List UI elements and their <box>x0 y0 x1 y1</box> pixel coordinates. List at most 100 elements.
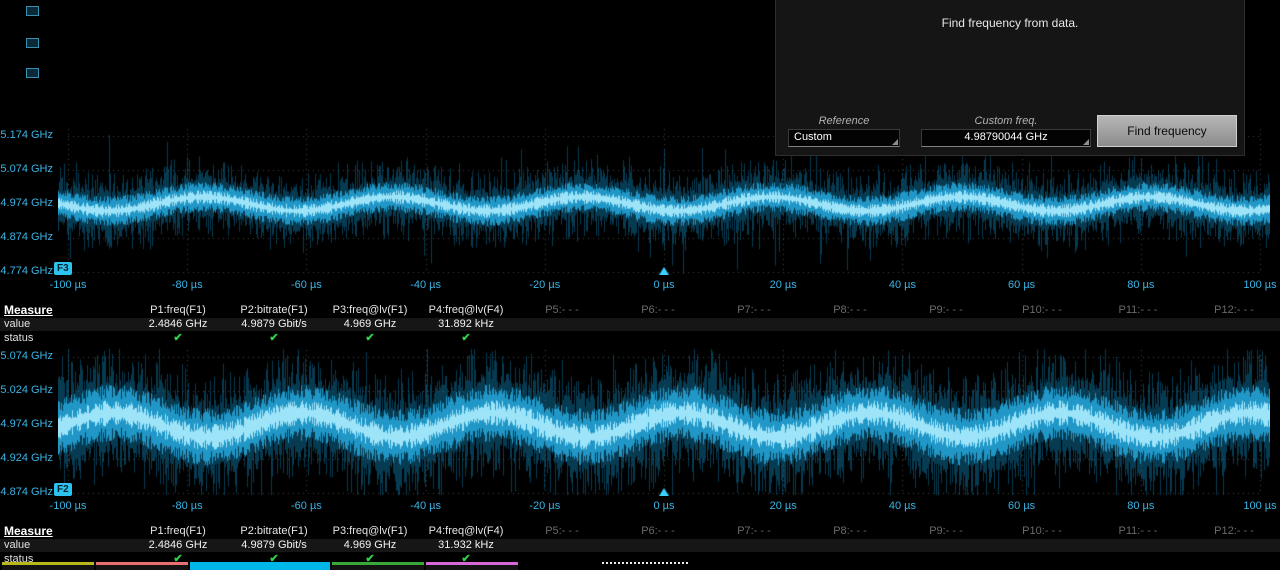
trace-badge-f2[interactable]: F2 <box>54 483 72 496</box>
custom-freq-value: 4.98790044 GHz <box>964 131 1048 143</box>
measure-param-value: 4.9879 Gbit/s <box>241 539 307 551</box>
measure-param-header[interactable]: P11:- - - <box>1090 304 1186 316</box>
measure-param-header[interactable]: P4:freq@lv(F4) <box>418 304 514 316</box>
status-ok-check-icon: ✔ <box>365 553 375 565</box>
measure-param-header[interactable]: P7:- - - <box>706 525 802 537</box>
measure-param-value: 31.892 kHz <box>438 318 494 330</box>
measure-param-header[interactable]: P5:- - - <box>514 525 610 537</box>
x-axis-tick-label: -20 µs <box>529 500 561 512</box>
y-axis-tick-label: 4.774 GHz <box>0 265 53 277</box>
measure-param-header[interactable]: P10:- - - <box>994 304 1090 316</box>
custom-freq-label: Custom freq. <box>974 115 1038 127</box>
x-axis-tick-label: -60 µs <box>290 500 322 512</box>
reference-label: Reference <box>818 115 870 127</box>
y-axis-tick-label: 4.974 GHz <box>0 197 53 209</box>
measure-param-header[interactable]: P12:- - - <box>1186 304 1280 316</box>
measure-param-value: 4.9879 Gbit/s <box>241 318 307 330</box>
x-axis-tick-label: 80 µs <box>1127 279 1155 291</box>
y-axis-tick-label: 5.174 GHz <box>0 129 53 141</box>
measure-param-header[interactable]: P11:- - - <box>1090 525 1186 537</box>
dropdown-arrow-icon <box>892 139 898 145</box>
x-axis-tick-label: 0 µs <box>653 500 675 512</box>
measure-param-header[interactable]: P9:- - - <box>898 525 994 537</box>
x-axis-tick-label: 60 µs <box>1008 500 1036 512</box>
y-axis-f2: 5.074 GHz 5.024 GHz 4.974 GHz 4.924 GHz 4.87… <box>0 346 56 506</box>
status-ok-check-icon: ✔ <box>269 553 279 565</box>
measure-param-header[interactable]: P2:bitrate(F1) <box>226 304 322 316</box>
x-axis-tick-label: 40 µs <box>888 500 916 512</box>
x-axis-f2: -100 µs -80 µs -60 µs -40 µs -20 µs 0 µs 20 µs… <box>0 500 1280 515</box>
measure-title: Measure <box>4 524 53 538</box>
measure-param-header[interactable]: P8:- - - <box>802 304 898 316</box>
measure-table-2: Measure value status P1:freq(F1) 2.4846 G… <box>0 524 1280 568</box>
measure-param-header[interactable]: P2:bitrate(F1) <box>226 525 322 537</box>
measure-param-value: 2.4846 GHz <box>148 539 208 551</box>
dialog-title: Find frequency from data. <box>941 16 1079 30</box>
measure-param-header[interactable]: P9:- - - <box>898 304 994 316</box>
y-axis-tick-label: 4.974 GHz <box>0 418 53 430</box>
measure-param-header[interactable]: P6:- - - <box>610 304 706 316</box>
y-axis-tick-label: 4.874 GHz <box>0 231 53 243</box>
find-frequency-dialog: Find frequency from data. Reference Cust… <box>775 0 1245 156</box>
measure-title: Measure <box>4 303 53 317</box>
trace-badge-f3[interactable]: F3 <box>54 262 72 275</box>
reference-select[interactable]: Custom <box>788 129 900 147</box>
trace-indicator-icon[interactable] <box>26 38 39 48</box>
y-axis-tick-label: 5.024 GHz <box>0 384 53 396</box>
x-axis-tick-label: 80 µs <box>1127 500 1155 512</box>
measure-param-header[interactable]: P6:- - - <box>610 525 706 537</box>
x-axis-f3: -100 µs -80 µs -60 µs -40 µs -20 µs 0 µs 20 µs… <box>0 279 1280 294</box>
x-axis-tick-label: -60 µs <box>290 279 322 291</box>
find-frequency-button[interactable]: Find frequency <box>1097 115 1237 147</box>
x-axis-tick-label: 60 µs <box>1008 279 1036 291</box>
x-axis-tick-label: -80 µs <box>171 279 203 291</box>
measure-param-header[interactable]: P7:- - - <box>706 304 802 316</box>
measure-param-header[interactable]: P1:freq(F1) <box>130 304 226 316</box>
y-axis-tick-label: 4.874 GHz <box>0 486 53 498</box>
y-axis-tick-label: 5.074 GHz <box>0 163 53 175</box>
custom-freq-select[interactable]: 4.98790044 GHz <box>921 129 1091 147</box>
measure-param-header[interactable]: P10:- - - <box>994 525 1090 537</box>
y-axis-tick-label: 5.074 GHz <box>0 350 53 362</box>
measure-param-header[interactable]: P3:freq@lv(F1) <box>322 304 418 316</box>
status-ok-check-icon: ✔ <box>173 553 183 565</box>
x-axis-tick-label: -100 µs <box>49 500 87 512</box>
x-axis-tick-label: 100 µs <box>1243 279 1277 291</box>
measure-param-header[interactable]: P1:freq(F1) <box>130 525 226 537</box>
x-axis-tick-label: 20 µs <box>769 279 797 291</box>
measure-param-value: 2.4846 GHz <box>148 318 208 330</box>
x-axis-tick-label: -100 µs <box>49 279 87 291</box>
status-ok-check-icon: ✔ <box>269 332 279 344</box>
x-axis-tick-label: -40 µs <box>410 279 441 291</box>
measure-param-header[interactable]: P8:- - - <box>802 525 898 537</box>
status-ok-check-icon: ✔ <box>461 332 471 344</box>
value-row-label: value <box>4 318 31 330</box>
measure-param-value: 4.969 GHz <box>343 539 397 551</box>
x-axis-tick-label: 40 µs <box>888 279 916 291</box>
measure-param-header[interactable]: P3:freq@lv(F1) <box>322 525 418 537</box>
reference-value: Custom <box>794 131 832 143</box>
status-ok-check-icon: ✔ <box>365 332 375 344</box>
trace-indicator-icon[interactable] <box>26 6 39 16</box>
frequency-track-chart-f2: 5.074 GHz 5.024 GHz 4.974 GHz 4.924 GHz 4.87… <box>0 346 1280 516</box>
x-axis-tick-label: 20 µs <box>769 500 797 512</box>
status-row-label: status <box>4 332 34 344</box>
x-axis-tick-label: -20 µs <box>529 279 561 291</box>
x-axis-tick-label: 100 µs <box>1243 500 1277 512</box>
trace-indicator-icon[interactable] <box>26 68 39 78</box>
measure-param-header[interactable]: P12:- - - <box>1186 525 1280 537</box>
measure-table-1: Measure value status P1:freq(F1) 2.4846 G… <box>0 303 1280 347</box>
status-ok-check-icon: ✔ <box>173 332 183 344</box>
x-axis-tick-label: -80 µs <box>171 500 203 512</box>
x-axis-tick-label: 0 µs <box>653 279 675 291</box>
status-row-label: status <box>4 553 34 565</box>
measure-param-value: 31.932 kHz <box>438 539 494 551</box>
dropdown-arrow-icon <box>1083 139 1089 145</box>
y-axis-tick-label: 4.924 GHz <box>0 452 53 464</box>
x-axis-tick-label: -40 µs <box>410 500 441 512</box>
y-axis-f3: 5.174 GHz 5.074 GHz 4.974 GHz 4.874 GHz 4.77… <box>0 125 56 285</box>
status-ok-check-icon: ✔ <box>461 553 471 565</box>
measure-param-header[interactable]: P4:freq@lv(F4) <box>418 525 514 537</box>
measure-param-header[interactable]: P5:- - - <box>514 304 610 316</box>
waveform-grid-f2[interactable] <box>58 348 1270 496</box>
